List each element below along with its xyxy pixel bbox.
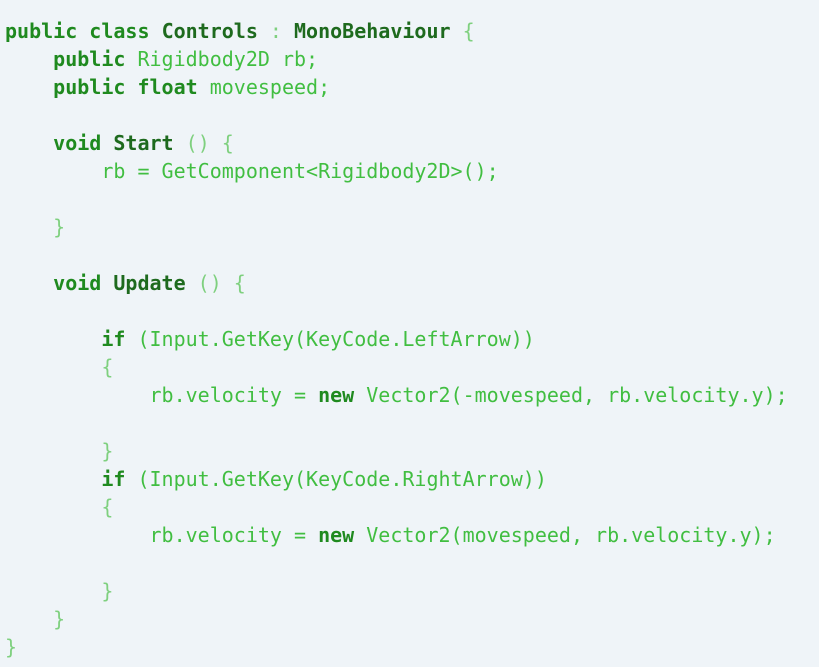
code-line: { bbox=[5, 493, 819, 521]
code-token: Update bbox=[113, 271, 186, 295]
code-token: new bbox=[318, 523, 355, 547]
code-line: } bbox=[5, 437, 819, 465]
code-token: () { bbox=[173, 131, 234, 155]
code-token: Controls bbox=[161, 19, 258, 43]
code-token: } bbox=[5, 579, 114, 603]
code-token: : bbox=[257, 19, 295, 43]
code-line: public float movespeed; bbox=[5, 73, 819, 101]
code-token: } bbox=[5, 635, 18, 659]
code-line: void Update () { bbox=[5, 269, 819, 297]
code-token: } bbox=[5, 215, 66, 239]
code-token: Vector2(movespeed, rb.velocity.y); bbox=[354, 523, 776, 547]
code-line: rb.velocity = new Vector2(movespeed, rb.… bbox=[5, 521, 819, 549]
code-line: if (Input.GetKey(KeyCode.RightArrow)) bbox=[5, 465, 819, 493]
code-line: } bbox=[5, 577, 819, 605]
code-token: rb.velocity = bbox=[5, 383, 319, 407]
code-token: Start bbox=[113, 131, 174, 155]
code-line: } bbox=[5, 213, 819, 241]
code-token: float bbox=[137, 75, 198, 99]
code-token: } bbox=[5, 607, 66, 631]
code-token: if bbox=[101, 327, 126, 351]
code-line: { bbox=[5, 353, 819, 381]
code-token: () { bbox=[185, 271, 246, 295]
code-token: MonoBehaviour bbox=[294, 19, 451, 43]
code-token: movespeed; bbox=[197, 75, 331, 99]
code-line: if (Input.GetKey(KeyCode.LeftArrow)) bbox=[5, 325, 819, 353]
code-line: rb = GetComponent<Rigidbody2D>(); bbox=[5, 157, 819, 185]
code-token: public bbox=[53, 47, 126, 71]
code-line: rb.velocity = new Vector2(-movespeed, rb… bbox=[5, 381, 819, 409]
code-token: { bbox=[5, 495, 114, 519]
code-token: Vector2(-movespeed, rb.velocity.y); bbox=[354, 383, 788, 407]
code-token: { bbox=[5, 355, 114, 379]
code-editor[interactable]: public class Controls : MonoBehaviour { … bbox=[0, 0, 819, 667]
code-token: Rigidbody2D rb; bbox=[125, 47, 319, 71]
code-line: } bbox=[5, 633, 819, 661]
code-token: if bbox=[101, 467, 126, 491]
code-token: public bbox=[5, 19, 78, 43]
code-token: (Input.GetKey(KeyCode.LeftArrow)) bbox=[125, 327, 535, 351]
code-token: class bbox=[89, 19, 150, 43]
code-token: void bbox=[53, 131, 102, 155]
code-token: void bbox=[53, 271, 102, 295]
code-line: public class Controls : MonoBehaviour { bbox=[5, 17, 819, 45]
code-token: } bbox=[5, 439, 114, 463]
code-token: public bbox=[53, 75, 126, 99]
code-token: (Input.GetKey(KeyCode.RightArrow)) bbox=[125, 467, 547, 491]
code-line: public Rigidbody2D rb; bbox=[5, 45, 819, 73]
code-token: rb = GetComponent<Rigidbody2D>(); bbox=[5, 159, 499, 183]
code-line: } bbox=[5, 605, 819, 633]
code-token: rb.velocity = bbox=[5, 523, 319, 547]
code-token: { bbox=[450, 19, 475, 43]
code-line: void Start () { bbox=[5, 129, 819, 157]
code-token: new bbox=[318, 383, 355, 407]
